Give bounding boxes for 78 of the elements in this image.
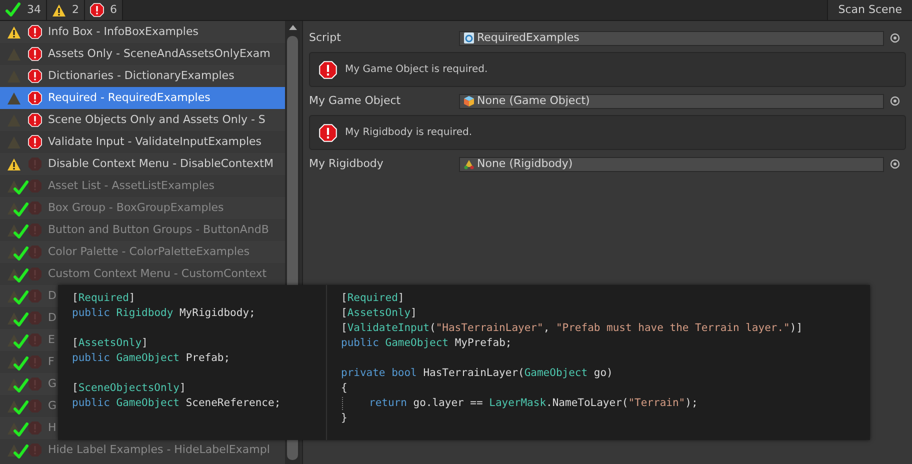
- check-icon: [13, 422, 29, 438]
- check-icon: [13, 180, 29, 196]
- code-line: public GameObject Prefab;: [72, 351, 230, 366]
- rigidbody-icon: [463, 158, 475, 170]
- script-icon: [463, 32, 475, 44]
- item-label: Color Palette - ColorPaletteExamples: [48, 244, 250, 260]
- field-label: Script: [309, 30, 342, 46]
- sidebar-item[interactable]: Scene Objects Only and Assets Only - S: [0, 109, 285, 131]
- error-icon: [90, 3, 104, 17]
- code-line: private bool HasTerrainLayer(GameObject go): [341, 366, 613, 381]
- item-label: Hide Label Examples - HideLabelExampl: [48, 442, 270, 458]
- error-message: My Rigidbody is required.: [345, 126, 472, 140]
- code-line: [ValidateInput("HasTerrainLayer", "Prefab must have the Terrain layer.")]: [341, 321, 803, 336]
- check-icon: [13, 400, 29, 416]
- object-field[interactable]: RequiredExamples: [459, 30, 884, 46]
- count-label: 6: [110, 2, 117, 18]
- error-icon: [319, 124, 337, 142]
- check-icon: [5, 2, 21, 18]
- code-line: {: [341, 381, 348, 396]
- error-icon: [319, 60, 337, 78]
- field-label: My Rigidbody: [309, 156, 384, 172]
- sidebar-item[interactable]: Dictionaries - DictionaryExamples: [0, 65, 285, 87]
- code-line: [AssetsOnly]: [72, 336, 148, 351]
- field-label: My Game Object: [309, 92, 402, 109]
- item-label: Asset List - AssetListExamples: [48, 178, 215, 194]
- item-label: E: [48, 332, 55, 348]
- check-icon: [13, 224, 29, 240]
- object-field[interactable]: None (Rigidbody): [459, 156, 884, 172]
- item-label: Info Box - InfoBoxExamples: [48, 24, 198, 40]
- object-picker-icon[interactable]: [890, 33, 900, 43]
- code-line: return go.layer == LayerMask.NameToLayer("Terrain");: [369, 396, 698, 411]
- check-icon: [13, 268, 29, 284]
- warning-icon: [52, 4, 66, 16]
- code-line: [AssetsOnly]: [341, 306, 417, 321]
- code-line: [Required]: [72, 291, 136, 306]
- filter-tab[interactable]: 2: [47, 0, 85, 20]
- check-icon: [13, 202, 29, 218]
- error-message: My Game Object is required.: [345, 63, 488, 77]
- code-line: public GameObject SceneReference;: [72, 396, 281, 411]
- check-icon: [13, 246, 29, 262]
- check-icon: [13, 334, 29, 350]
- item-label: Button and Button Groups - ButtonAndB: [48, 222, 269, 238]
- filter-tab[interactable]: 6: [85, 0, 123, 20]
- item-label: Box Group - BoxGroupExamples: [48, 200, 224, 216]
- item-label: Assets Only - SceneAndAssetsOnlyExam: [48, 46, 270, 62]
- item-label: Required - RequiredExamples: [48, 90, 210, 106]
- code-line: [SceneObjectsOnly]: [72, 381, 186, 396]
- sidebar-item[interactable]: Required - RequiredExamples: [0, 87, 285, 109]
- code-line: public Rigidbody MyRigidbody;: [72, 306, 256, 321]
- code-line: }: [341, 411, 348, 426]
- item-label: Validate Input - ValidateInputExamples: [48, 134, 262, 150]
- item-label: F: [48, 354, 54, 370]
- item-label: G: [48, 376, 57, 392]
- item-label: D: [48, 288, 56, 304]
- sidebar-item[interactable]: Info Box - InfoBoxExamples: [0, 21, 285, 43]
- item-label: Dictionaries - DictionaryExamples: [48, 68, 234, 84]
- check-icon: [13, 290, 29, 306]
- item-label: H: [48, 420, 56, 436]
- scan-scene-button[interactable]: Scan Scene: [827, 0, 912, 20]
- filter-tab[interactable]: 34: [0, 0, 47, 20]
- object-picker-icon[interactable]: [890, 96, 900, 106]
- check-icon: [13, 378, 29, 394]
- check-icon: [13, 444, 29, 460]
- count-label: 2: [72, 2, 79, 18]
- sidebar-item[interactable]: Disable Context Menu - DisableContextM: [0, 153, 285, 175]
- item-label: D: [48, 310, 56, 326]
- item-label: Scene Objects Only and Assets Only - S: [48, 112, 266, 128]
- count-label: 34: [27, 2, 41, 18]
- object-field[interactable]: None (Game Object): [459, 94, 884, 108]
- object-picker-icon[interactable]: [890, 159, 900, 169]
- item-label: Custom Context Menu - CustomContext: [48, 266, 267, 282]
- code-line: [Required]: [341, 291, 404, 306]
- cube-icon: [463, 95, 475, 107]
- check-icon: [13, 312, 29, 328]
- item-label: G: [48, 398, 57, 414]
- item-label: Disable Context Menu - DisableContextM: [48, 156, 274, 172]
- code-line: public GameObject MyPrefab;: [341, 336, 512, 351]
- check-icon: [13, 356, 29, 372]
